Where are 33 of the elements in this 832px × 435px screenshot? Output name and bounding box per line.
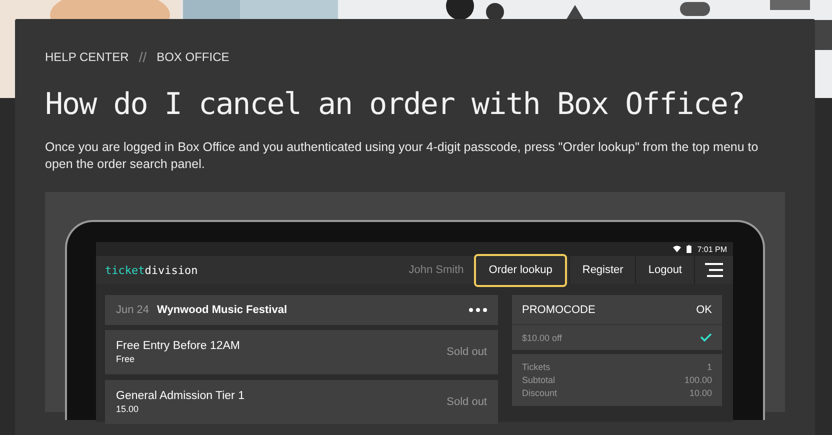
breadcrumb-separator: // bbox=[138, 49, 147, 65]
article-paragraph: Once you are logged in Box Office and you authenticated using your 4-digit passcode, press "Order lookup" from the top menu to open the order search panel. bbox=[45, 139, 760, 173]
breadcrumb-link[interactable]: BOX OFFICE bbox=[156, 50, 230, 64]
nav-button[interactable]: Register bbox=[569, 256, 636, 284]
user-name: John Smith bbox=[408, 264, 464, 276]
article-title: How do I cancel an order with Box Office? bbox=[45, 87, 746, 123]
ticket-price: Free bbox=[116, 354, 136, 364]
ok-link[interactable]: OK bbox=[696, 304, 712, 316]
wifi-icon bbox=[673, 245, 682, 253]
discount-text: $10.00 off bbox=[522, 332, 562, 342]
ticket-status: Sold out bbox=[446, 396, 487, 408]
ticket-row[interactable]: General Admission Tier 1 15.00 Sold out bbox=[105, 380, 498, 425]
ticket-status: Sold out bbox=[446, 346, 487, 358]
nav-button[interactable]: Order lookup bbox=[474, 254, 568, 286]
more-icon[interactable] bbox=[469, 308, 487, 312]
ticket-row[interactable]: Free Entry Before 12AM Free Sold out bbox=[105, 330, 498, 375]
promo-label: PROMOCODE bbox=[522, 304, 596, 316]
total-value: 10.00 bbox=[689, 388, 712, 398]
ticket-name: Free Entry Before 12AM bbox=[116, 340, 240, 352]
nav-button[interactable]: Logout bbox=[635, 256, 694, 284]
event-name: Wynwood Music Festival bbox=[157, 304, 288, 316]
total-label: Discount bbox=[522, 388, 558, 398]
total-value: 100.00 bbox=[684, 375, 712, 385]
total-value: 1 bbox=[706, 362, 712, 372]
breadcrumb-link[interactable]: HELP CENTER bbox=[45, 50, 129, 64]
event-date: Jun 24 bbox=[116, 304, 150, 316]
logo: ticketdivision bbox=[105, 264, 199, 276]
battery-icon bbox=[685, 245, 694, 253]
total-label: Subtotal bbox=[522, 375, 556, 385]
total-label: Tickets bbox=[522, 362, 550, 372]
status-time: 7:01 PM bbox=[697, 244, 727, 254]
ticket-name: General Admission Tier 1 bbox=[116, 390, 244, 402]
ticket-price: 15.00 bbox=[116, 404, 140, 414]
